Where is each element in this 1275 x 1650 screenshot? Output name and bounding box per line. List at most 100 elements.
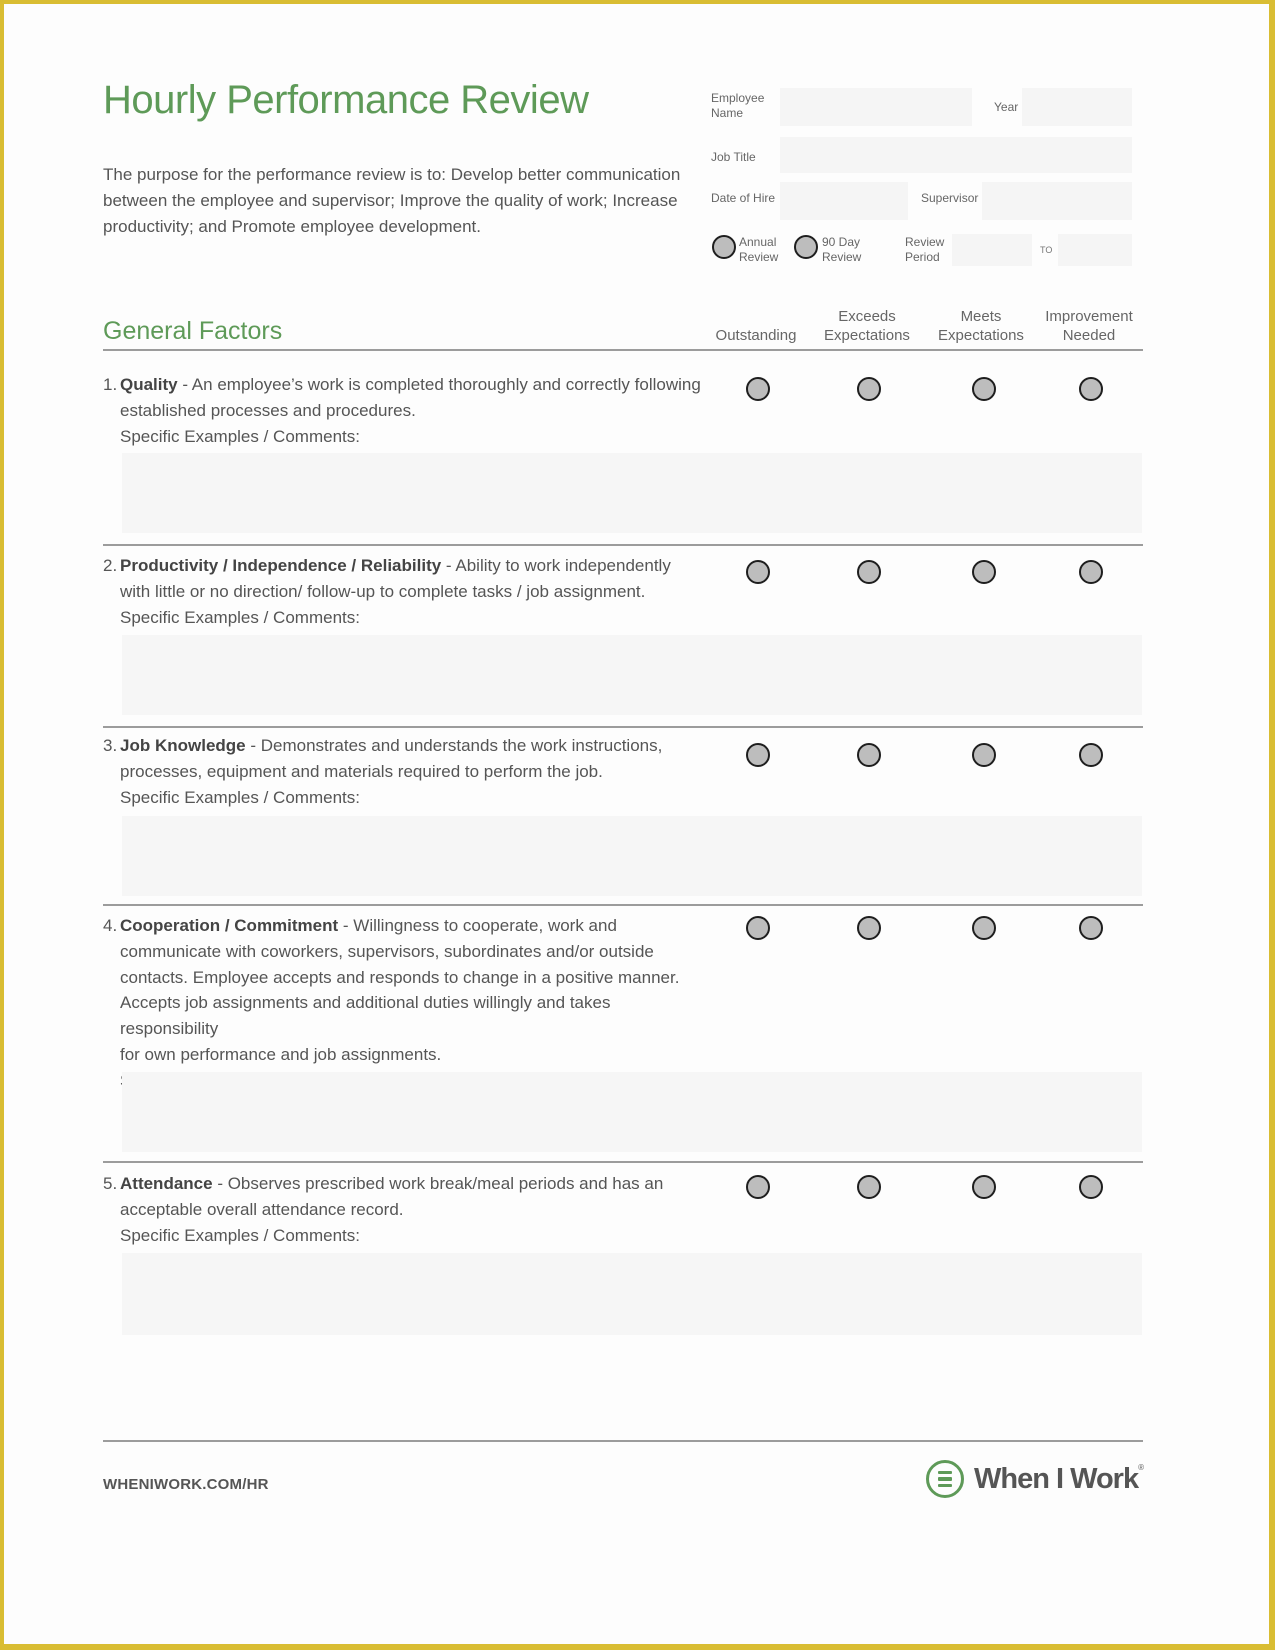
column-header-line1: [701, 307, 811, 326]
review-period-label-line2: Period: [905, 250, 940, 264]
annual-review-radio[interactable]: [712, 235, 736, 259]
item-description-line: processes, equipment and materials requi…: [120, 761, 603, 781]
item-description-line: with little or no direction/ follow-up t…: [120, 581, 646, 601]
comments-field-cooperation[interactable]: [122, 1072, 1142, 1152]
review-period-label: Review Period: [905, 235, 944, 265]
comments-label: Specific Examples / Comments:: [120, 1225, 360, 1245]
supervisor-label: Supervisor: [921, 191, 979, 205]
item-description-line: communicate with coworkers, supervisors,…: [120, 941, 654, 961]
job-title-label: Job Title: [711, 150, 756, 164]
item-number: 1.: [103, 375, 118, 394]
comments-field-quality[interactable]: [122, 453, 1142, 533]
rating-radio-exceeds[interactable]: [857, 916, 881, 940]
factor-item-quality: 1. Quality - An employee’s work is comple…: [103, 372, 703, 449]
date-of-hire-label: Date of Hire: [711, 191, 776, 205]
review-period-to-label: TO: [1040, 245, 1053, 255]
supervisor-field[interactable]: [982, 182, 1132, 220]
annual-review-label-line2: Review: [739, 250, 779, 264]
rating-radio-improvement[interactable]: [1079, 916, 1103, 940]
employee-name-field[interactable]: [780, 88, 972, 126]
job-title-field[interactable]: [780, 137, 1132, 173]
ninety-day-review-label-line1: 90 Day: [822, 235, 861, 249]
logo-text: When I Work®: [974, 1462, 1144, 1496]
comments-label: Specific Examples / Comments:: [120, 787, 360, 807]
comments-field-attendance[interactable]: [122, 1253, 1142, 1335]
annual-review-label: Annual Review: [739, 235, 778, 265]
factor-item-attendance: 5. Attendance - Observes prescribed work …: [103, 1171, 703, 1248]
logo-bar: [938, 1470, 952, 1475]
rating-radio-outstanding[interactable]: [746, 916, 770, 940]
column-header-line1: Improvement: [1045, 308, 1133, 325]
review-period-from-field[interactable]: [952, 234, 1032, 266]
item-divider: [103, 904, 1143, 906]
rating-radio-outstanding[interactable]: [746, 560, 770, 584]
column-header-line2: Expectations: [824, 327, 910, 344]
item-name: Productivity / Independence / Reliabilit…: [120, 556, 442, 575]
registered-mark: ®: [1138, 1462, 1144, 1472]
section-divider: [103, 349, 1143, 351]
rating-radio-meets[interactable]: [972, 1175, 996, 1199]
date-of-hire-field[interactable]: [780, 182, 908, 220]
item-description-line: contacts. Employee accepts and responds …: [120, 967, 680, 987]
rating-radio-exceeds[interactable]: [857, 743, 881, 767]
item-description-line: for own performance and job assignments.: [120, 1044, 442, 1064]
logo-wordmark: When I Work: [974, 1462, 1139, 1495]
item-number: 3.: [103, 736, 118, 755]
page-title: Hourly Performance Review: [103, 78, 589, 122]
column-header-meets: Meets Expectations: [926, 307, 1036, 345]
footer-url[interactable]: WHENIWORK.COM/HR: [103, 1476, 269, 1493]
item-name: Quality: [120, 375, 178, 394]
employee-name-label-line1: Employee: [711, 91, 765, 105]
rating-radio-meets[interactable]: [972, 377, 996, 401]
review-period-label-line1: Review: [905, 235, 945, 249]
item-description-line: - Observes prescribed work break/meal pe…: [217, 1174, 664, 1193]
rating-radio-outstanding[interactable]: [746, 1175, 770, 1199]
rating-radio-outstanding[interactable]: [746, 743, 770, 767]
ninety-day-review-radio[interactable]: [794, 235, 818, 259]
item-description-line: acceptable overall attendance record.: [120, 1199, 404, 1219]
ninety-day-review-label-line2: Review: [822, 250, 862, 264]
rating-radio-improvement[interactable]: [1079, 743, 1103, 767]
rating-radio-exceeds[interactable]: [857, 1175, 881, 1199]
rating-radio-meets[interactable]: [972, 916, 996, 940]
review-period-to-field[interactable]: [1058, 234, 1132, 266]
item-name: Job Knowledge: [120, 736, 246, 755]
rating-radio-exceeds[interactable]: [857, 377, 881, 401]
item-name: Cooperation / Commitment: [120, 916, 339, 935]
item-description-line: - Ability to work independently: [445, 556, 671, 575]
employee-name-label: Employee Name: [711, 91, 764, 121]
comments-label: Specific Examples / Comments:: [120, 607, 360, 627]
rating-radio-meets[interactable]: [972, 560, 996, 584]
comments-field-productivity[interactable]: [122, 635, 1142, 715]
item-name: Attendance: [120, 1174, 213, 1193]
factor-item-cooperation: 4. Cooperation / Commitment - Willingness…: [103, 913, 703, 1094]
year-label: Year: [994, 100, 1019, 114]
when-i-work-logo: When I Work®: [926, 1460, 1144, 1498]
item-number: 2.: [103, 556, 118, 575]
comments-field-job-knowledge[interactable]: [122, 816, 1142, 896]
year-field[interactable]: [1022, 88, 1132, 126]
item-number: 4.: [103, 916, 118, 935]
rating-radio-improvement[interactable]: [1079, 377, 1103, 401]
rating-radio-improvement[interactable]: [1079, 1175, 1103, 1199]
ninety-day-review-label: 90 Day Review: [822, 235, 861, 265]
rating-radio-outstanding[interactable]: [746, 377, 770, 401]
item-divider: [103, 726, 1143, 728]
item-description-line: - Willingness to cooperate, work and: [342, 916, 617, 935]
employee-name-label-line2: Name: [711, 106, 744, 120]
rating-radio-exceeds[interactable]: [857, 560, 881, 584]
item-description-line: established processes and procedures.: [120, 400, 416, 420]
column-header-line1: Meets: [960, 308, 1002, 325]
column-header-outstanding: Outstanding: [701, 307, 811, 345]
footer-divider: [103, 1440, 1143, 1442]
factor-item-job-knowledge: 3. Job Knowledge - Demonstrates and under…: [103, 733, 703, 810]
annual-review-label-line1: Annual: [739, 235, 777, 249]
when-i-work-logo-icon: [926, 1460, 964, 1498]
logo-bar: [938, 1477, 952, 1481]
rating-radio-meets[interactable]: [972, 743, 996, 767]
comments-label: Specific Examples / Comments:: [120, 426, 360, 446]
review-form-page: Hourly Performance Review The purpose fo…: [4, 4, 1269, 1644]
rating-radio-improvement[interactable]: [1079, 560, 1103, 584]
column-header-line2: Needed: [1062, 327, 1116, 344]
column-header-improvement: Improvement Needed: [1034, 307, 1144, 345]
